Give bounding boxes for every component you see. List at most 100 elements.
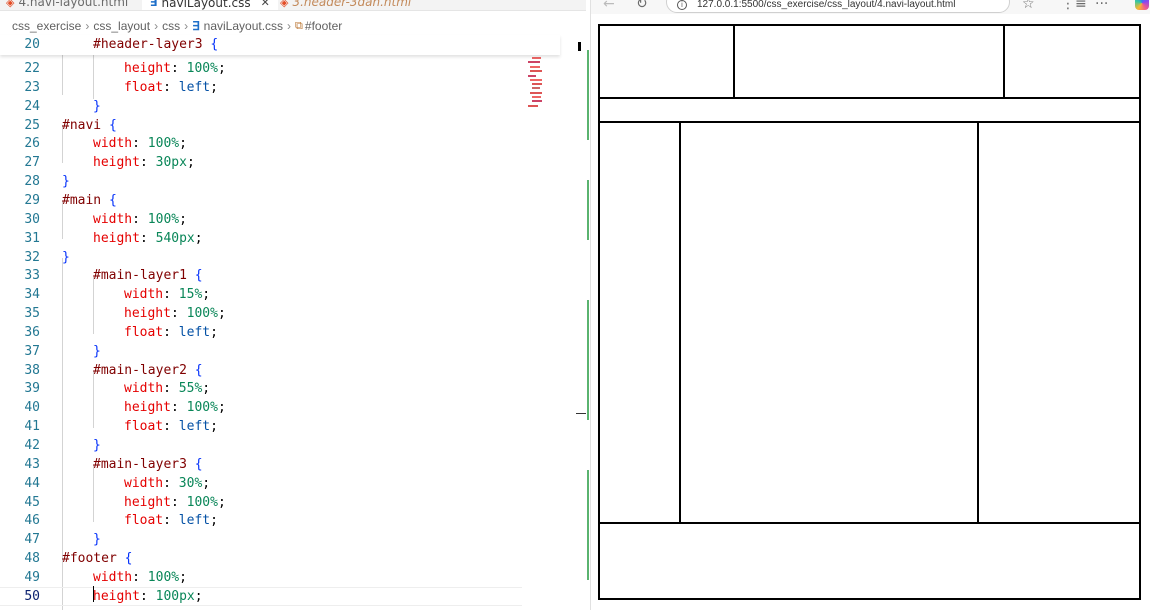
breadcrumb-item[interactable]: css_layout [93,19,150,33]
code-text: width: 100%; [93,569,187,585]
line-number: 41 [24,419,40,435]
tab-navi-layout-html[interactable]: ◈ 4.navi-layout.html [6,0,128,10]
info-icon[interactable]: i [677,0,687,10]
chevron-right-icon: › [287,19,292,33]
breadcrumb-item[interactable]: css_exercise [12,19,81,33]
css-file-icon: ∃ [192,19,200,33]
line-number: 50 [24,588,40,604]
line-number: 20 [24,37,40,52]
tab-header-3dan-html[interactable]: ◈ 3.header-3dan.html [280,0,412,10]
code-text: height: 100%; [124,494,226,510]
line-number: 35 [24,306,40,322]
tab-navilayout-css[interactable]: ∃ naviLayout.css ✕ [142,0,278,10]
code-text: width: 55%; [124,381,211,397]
html-file-icon: ◈ [6,0,15,9]
minimap-line [528,105,538,107]
line-number: 24 [24,98,40,114]
scrollbar-marker [576,413,586,414]
main-layer3-box [977,121,1141,524]
code-line: 50 height: 100px; [0,586,522,606]
line-number: 34 [24,287,40,303]
scrollbar-marker[interactable] [578,42,581,51]
code-text: width: 15%; [124,287,211,303]
code-line: 20 #header-layer3 { [0,35,522,54]
code-line: 31 height: 540px; [0,229,522,248]
line-number: 26 [24,136,40,152]
code-text: } [93,532,101,548]
main-layer2-box [679,121,979,524]
code-line: 45 height: 100%; [0,493,522,512]
code-line: 49 width: 100%; [0,568,522,587]
more-icon[interactable]: ··· [1095,0,1108,12]
minimap-line [528,61,540,63]
collections-icon[interactable]: ⋮≡ [1061,0,1087,12]
line-number: 27 [24,155,40,171]
url-text[interactable]: 127.0.0.1:5500/css_exercise/css_layout/4… [697,0,955,10]
chevron-right-icon: › [154,19,159,33]
code-text: #main-layer2 { [93,362,203,378]
code-text: height: 100%; [124,61,226,76]
line-number: 33 [24,268,40,284]
code-text: } [62,249,70,265]
code-line: 38 #main-layer2 { [0,361,522,380]
sticky-scroll-header[interactable]: 20 #header-layer3 { [0,35,560,55]
line-number: 31 [24,230,40,246]
code-text: #main-layer3 { [93,456,203,472]
breadcrumb-item[interactable]: naviLayout.css [204,19,283,33]
code-area[interactable]: 20 #header-layer3 { 22 height: 100%; 23 flo… [0,35,560,610]
git-change-marker [587,470,589,580]
code-line: 32} [0,248,522,267]
chevron-right-icon: › [184,19,189,33]
breadcrumb-item[interactable]: #footer [305,19,342,33]
line-number: 40 [24,400,40,416]
code-text: } [93,98,101,114]
code-text: float: left; [124,419,218,435]
css-file-icon: ∃ [150,0,158,9]
code-line: 41 float: left; [0,417,522,436]
code-text: float: left; [124,79,218,95]
favorite-star-icon[interactable]: ☆ [1022,0,1035,12]
minimap-line [532,87,540,89]
git-change-marker [587,300,589,420]
minimap-line [532,100,542,102]
symbol-selector-icon: ⧉ [295,19,303,32]
code-line: 44 width: 30%; [0,474,522,493]
line-number: 45 [24,494,40,510]
code-text: height: 100%; [124,306,226,322]
code-text: float: left; [124,324,218,340]
address-bar[interactable]: i 127.0.0.1:5500/css_exercise/css_layout… [666,0,1010,13]
code-line: 23 float: left; [0,78,522,97]
code-line: 27 height: 30px; [0,153,522,172]
line-number: 23 [24,79,40,95]
back-icon[interactable]: ← [603,0,615,12]
code-line: 46 float: left; [0,511,522,530]
html-file-icon: ◈ [280,0,289,9]
tab-label: 3.header-3dan.html [292,0,412,9]
minimap-line [530,66,540,68]
copilot-icon[interactable] [1135,0,1149,10]
line-number: 42 [24,438,40,453]
code-text: #main-layer1 { [93,268,203,284]
breadcrumb-item[interactable]: css [162,19,180,33]
line-number: 38 [24,362,40,378]
code-line: 22 height: 100%; [0,59,522,78]
code-line: 40 height: 100%; [0,398,522,417]
close-icon[interactable]: ✕ [261,0,270,9]
code-text: float: left; [124,513,218,529]
code-line: 47} [0,530,522,549]
minimap-line [530,70,542,72]
code-line: 42} [0,436,522,455]
line-number: 46 [24,513,40,529]
code-text: width: 30%; [124,475,211,491]
line-number: 48 [24,551,40,567]
minimap-line [532,57,541,59]
code-line: 43 #main-layer3 { [0,455,522,474]
code-text: width: 100%; [93,136,187,152]
line-number: 28 [24,174,40,190]
tab-label: naviLayout.css [161,0,251,10]
code-line: 34 width: 15%; [0,285,522,304]
reload-icon[interactable]: ↻ [636,0,648,12]
code-text: #footer { [62,551,133,567]
code-line: 33 #main-layer1 { [0,266,522,285]
rendered-page-viewport [591,14,1150,610]
